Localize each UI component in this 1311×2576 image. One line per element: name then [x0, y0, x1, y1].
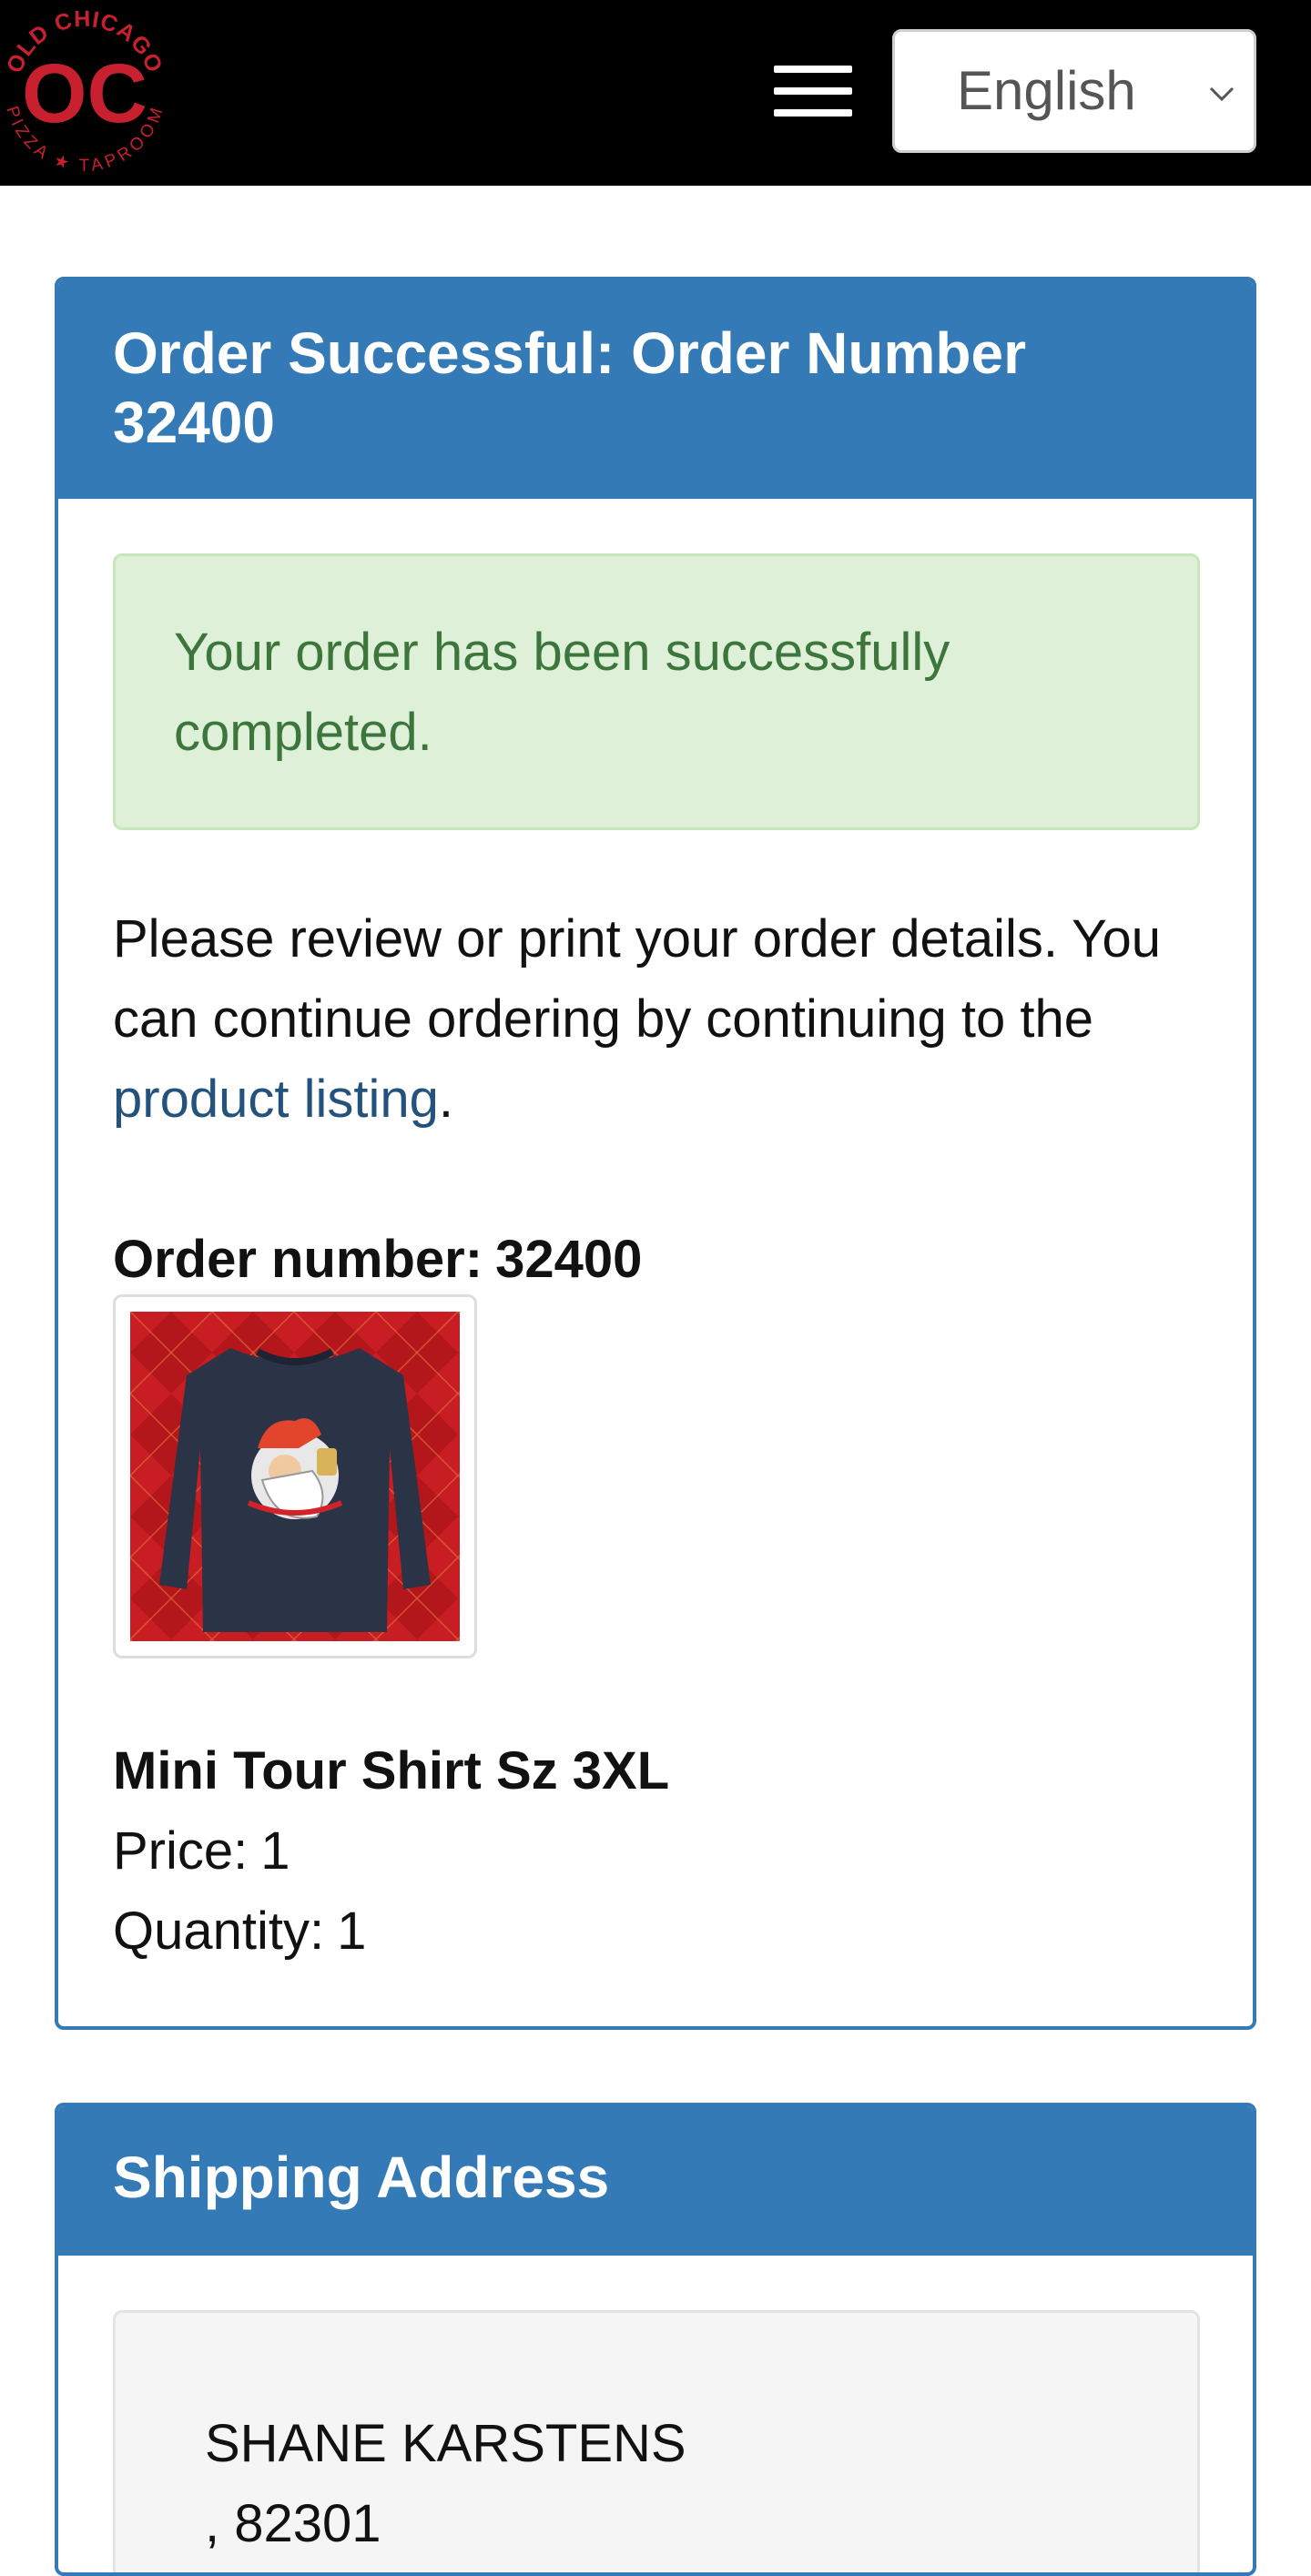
product-listing-link[interactable]: product listing — [113, 1070, 439, 1129]
address-line: , 82301 — [205, 2494, 381, 2553]
product-name: Mini Tour Shirt Sz 3XL — [113, 1741, 670, 1800]
order-number-label: Order number: — [113, 1230, 483, 1289]
shipping-address-panel: Shipping Address SHANE KARSTENS , 82301 — [55, 2103, 1256, 2576]
language-select[interactable]: English — [892, 29, 1256, 153]
price-value: 1 — [260, 1821, 290, 1881]
review-instructions: Please review or print your order detail… — [113, 909, 1161, 1129]
hamburger-menu-button[interactable] — [767, 55, 858, 127]
product-image — [130, 1312, 460, 1641]
hamburger-icon — [774, 66, 852, 73]
language-selected-value: English — [957, 60, 1136, 121]
shipping-address-well: SHANE KARSTENS , 82301 — [113, 2310, 1200, 2572]
chevron-down-icon — [1209, 86, 1235, 102]
product-thumbnail[interactable] — [113, 1294, 477, 1658]
shipping-panel-title: Shipping Address — [58, 2106, 1253, 2256]
recipient-name: SHANE KARSTENS — [205, 2414, 686, 2473]
top-navbar: OLD CHICAGO PIZZA ★ TAPROOM OC English — [0, 0, 1311, 186]
product-price: Price: 1 — [113, 1815, 290, 1888]
product-quantity: Quantity: 1 — [113, 1895, 366, 1968]
order-summary-panel: Order Successful: Order Number 32400 You… — [55, 277, 1256, 2030]
order-number: Order number: 32400 — [113, 1223, 642, 1296]
quantity-label: Quantity: — [113, 1902, 325, 1961]
success-alert: Your order has been successfully complet… — [113, 553, 1200, 830]
quantity-value: 1 — [337, 1902, 367, 1961]
order-panel-title: Order Successful: Order Number 32400 — [58, 280, 1253, 499]
order-number-value: 32400 — [495, 1230, 643, 1289]
svg-text:OC: OC — [22, 47, 147, 140]
price-label: Price: — [113, 1821, 249, 1881]
old-chicago-logo[interactable]: OLD CHICAGO PIZZA ★ TAPROOM OC — [0, 0, 180, 184]
